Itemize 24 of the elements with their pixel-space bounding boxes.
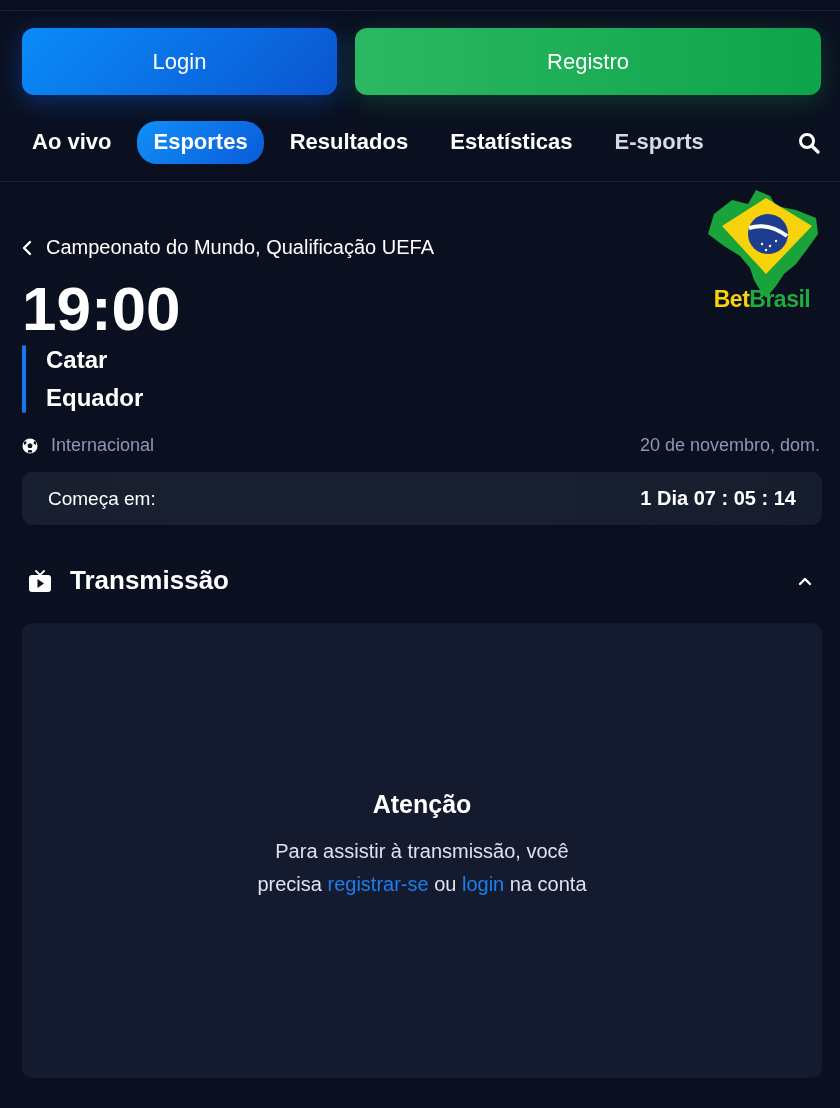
countdown-timer: 1 Dia 07 : 05 : 14: [640, 487, 796, 511]
login-button[interactable]: Login: [22, 28, 337, 95]
nav-tab[interactable]: Ao vivo: [16, 121, 128, 164]
notice-message: Para assistir à transmissão, você precisa registrar-se ou login na conta: [256, 839, 588, 898]
team-name: Equador: [46, 383, 144, 414]
team-name: Catar: [46, 345, 109, 376]
breadcrumb-link[interactable]: Campeonato do Mundo, Qualificação UEFA: [46, 236, 434, 259]
match-date: 20 de novembro, dom.: [639, 435, 820, 457]
nav-tab[interactable]: Esportes: [137, 121, 264, 164]
soccer-ball-icon: [22, 437, 38, 454]
tv-icon: [28, 568, 52, 593]
countdown-label: Começa em:: [48, 487, 156, 510]
nav-tab[interactable]: Estatísticas: [434, 121, 589, 164]
nav-tab[interactable]: Resultados: [273, 121, 425, 164]
notice-heading: Atenção: [372, 790, 472, 820]
sport-label: Internacional: [51, 435, 155, 457]
text-link[interactable]: login: [462, 873, 505, 896]
section-title: Transmissão: [70, 565, 229, 597]
match-time: 19:00: [22, 275, 182, 344]
search-icon[interactable]: [798, 131, 820, 154]
team-divider-bar: [22, 345, 26, 414]
nav-tab[interactable]: E-sports: [598, 121, 720, 164]
text-link[interactable]: registrar-se: [327, 873, 429, 896]
brand-logo-text: BetBrasil: [713, 286, 811, 313]
